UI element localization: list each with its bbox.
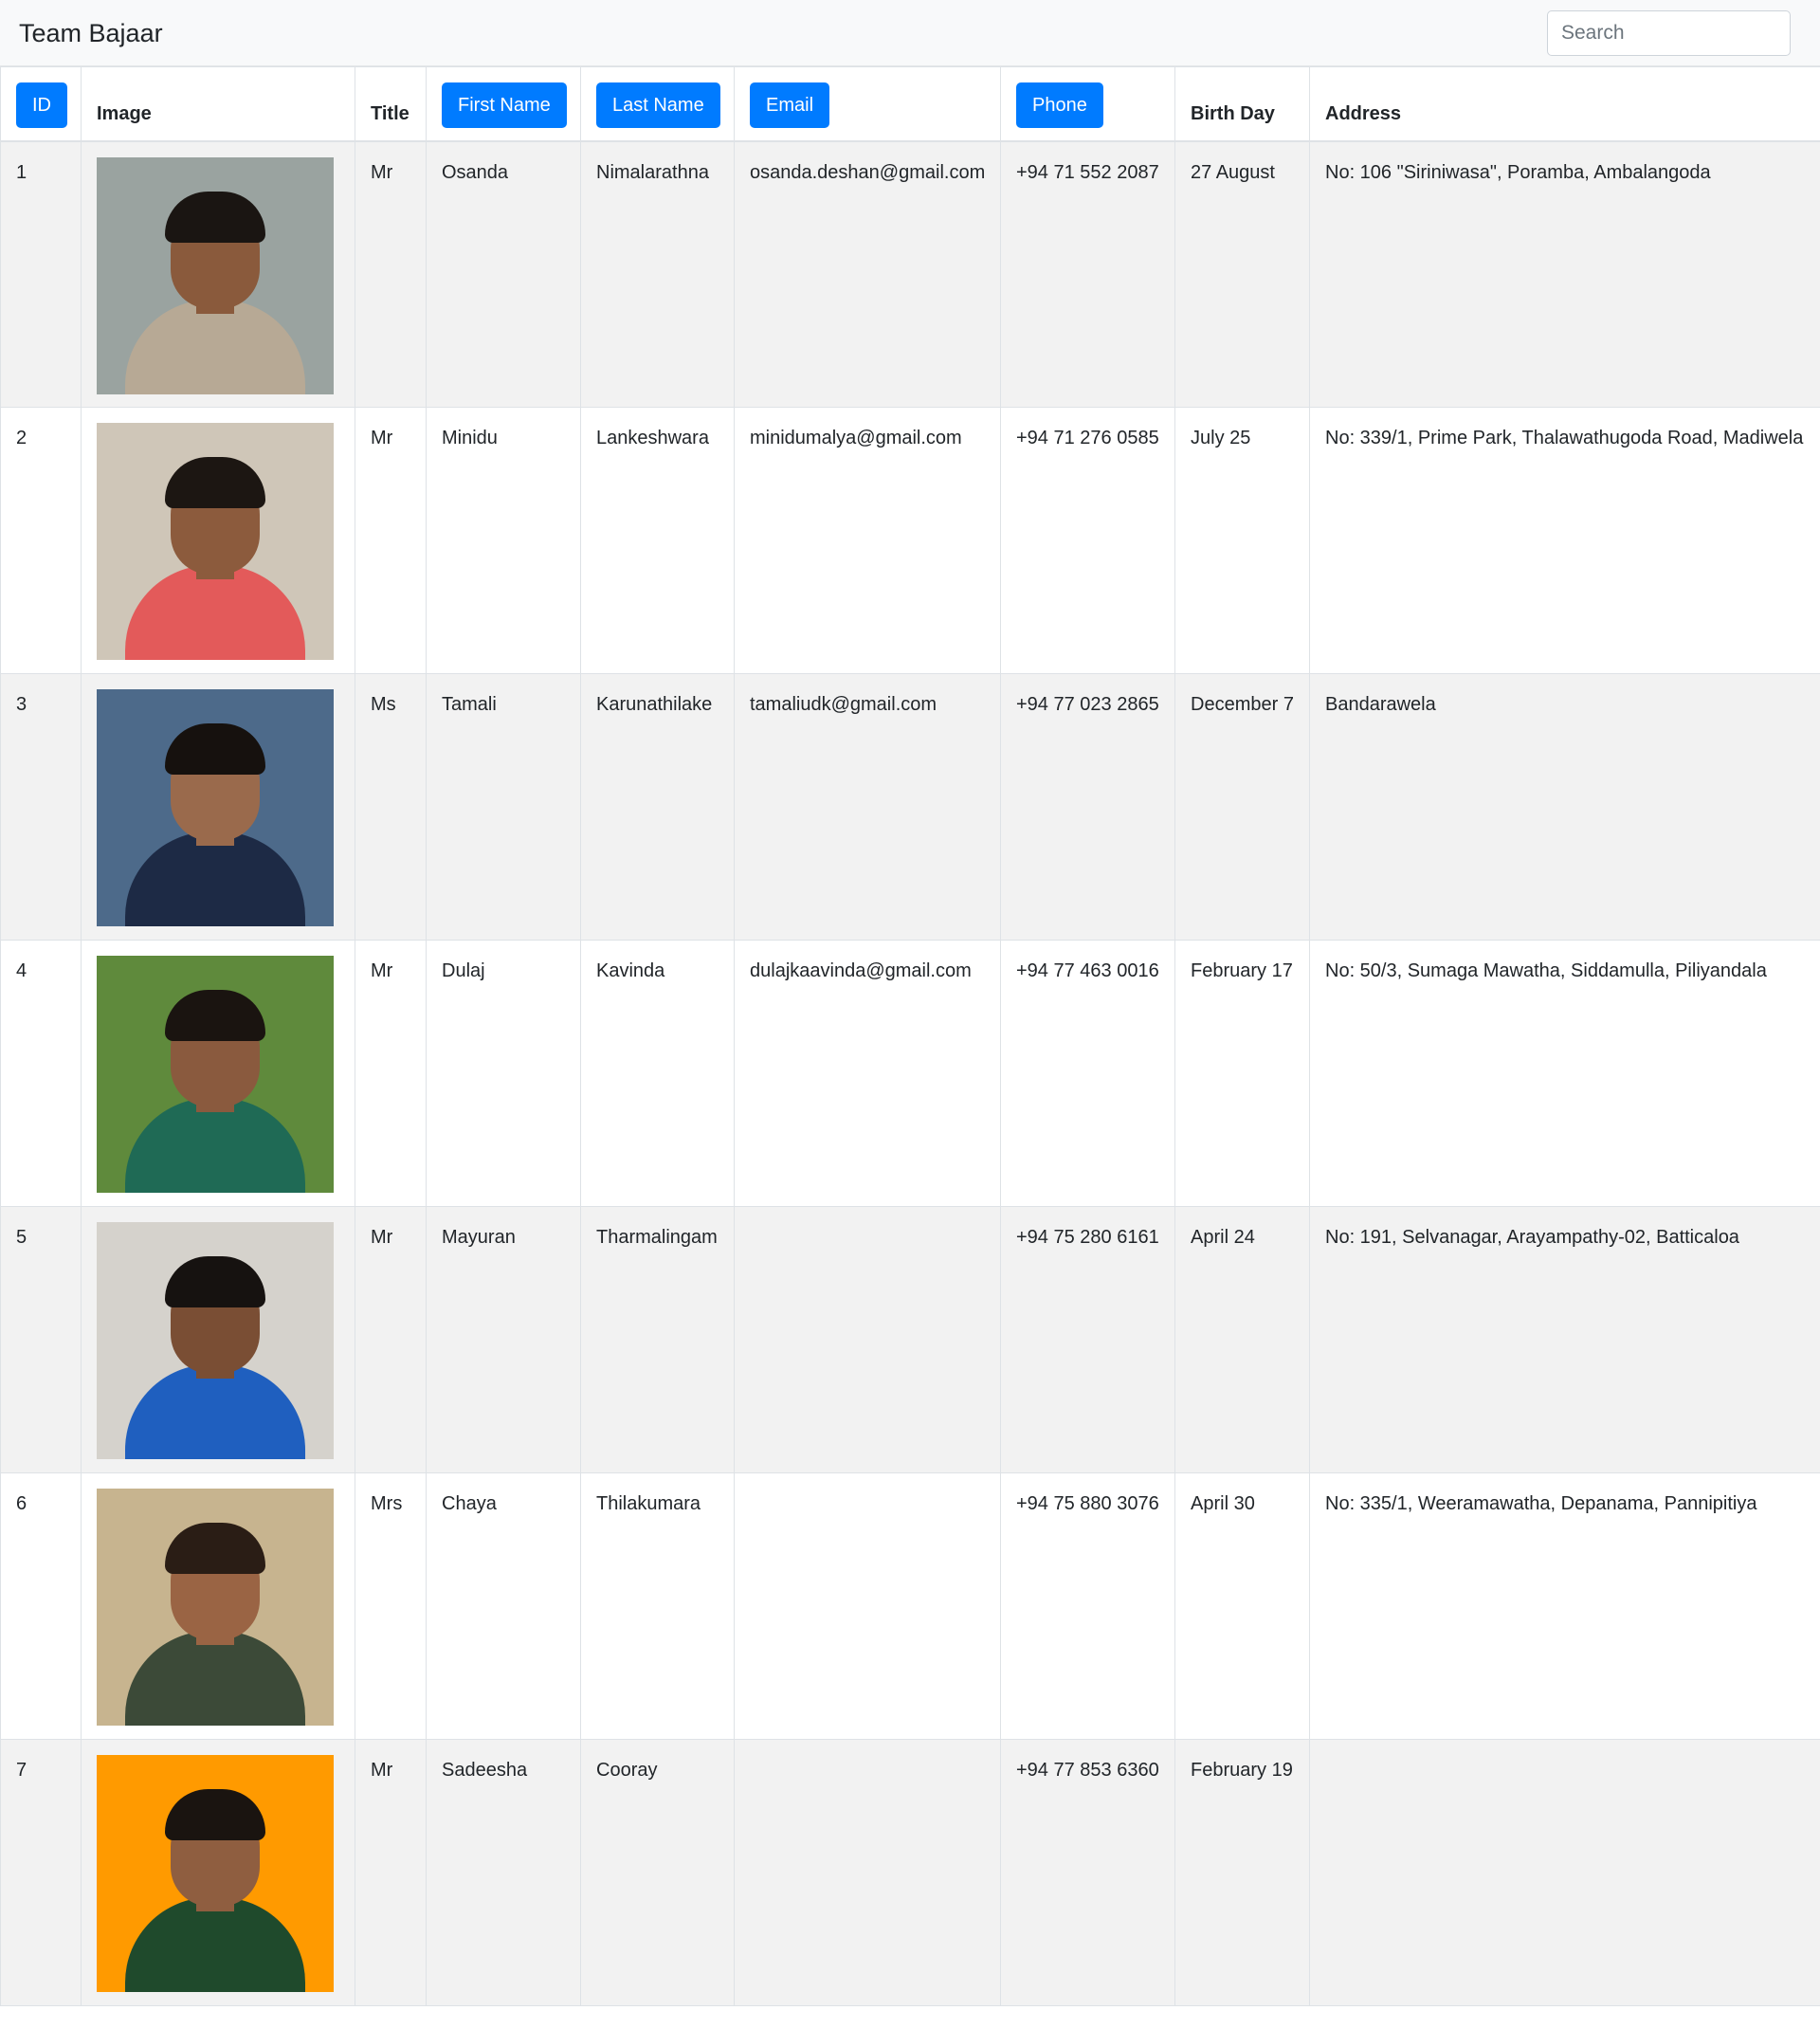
cell-address: No: 191, Selvanagar, Arayampathy-02, Bat… <box>1309 1206 1820 1473</box>
profile-photo <box>97 1755 334 1992</box>
header-email: Email <box>734 66 1001 142</box>
cell-id: 3 <box>0 673 82 941</box>
cell-email: tamaliudk@gmail.com <box>734 673 1001 941</box>
cell-id: 1 <box>0 140 82 408</box>
header-image: Image <box>81 66 355 142</box>
profile-photo <box>97 423 334 660</box>
cell-phone: +94 77 463 0016 <box>1000 940 1175 1207</box>
cell-title: Mr <box>355 407 427 674</box>
cell-birth-day: 27 August <box>1174 140 1310 408</box>
table-row: 5 Mr Mayuran Tharmalingam +94 75 280 6161 Apr… <box>0 1206 1820 1473</box>
cell-image <box>81 1472 355 1740</box>
profile-photo <box>97 689 334 926</box>
cell-first-name: Osanda <box>426 140 581 408</box>
cell-first-name: Minidu <box>426 407 581 674</box>
cell-phone: +94 71 552 2087 <box>1000 140 1175 408</box>
cell-first-name: Chaya <box>426 1472 581 1740</box>
header-title: Title <box>355 66 427 142</box>
cell-address: No: 335/1, Weeramawatha, Depanama, Panni… <box>1309 1472 1820 1740</box>
cell-title: Mrs <box>355 1472 427 1740</box>
profile-photo <box>97 156 334 394</box>
cell-last-name: Thilakumara <box>580 1472 735 1740</box>
cell-address: No: 106 "Siriniwasa", Poramba, Ambalango… <box>1309 140 1820 408</box>
cell-id: 4 <box>0 940 82 1207</box>
cell-id: 5 <box>0 1206 82 1473</box>
sort-id-button[interactable]: ID <box>16 82 67 128</box>
cell-first-name: Sadeesha <box>426 1739 581 2006</box>
cell-email <box>734 1206 1001 1473</box>
cell-image <box>81 673 355 941</box>
table-row: 6 Mrs Chaya Thilakumara +94 75 880 3076 April… <box>0 1472 1820 1740</box>
cell-address: No: 50/3, Sumaga Mawatha, Siddamulla, Pi… <box>1309 940 1820 1207</box>
cell-email <box>734 1739 1001 2006</box>
cell-title: Mr <box>355 1739 427 2006</box>
cell-address <box>1309 1739 1820 2006</box>
cell-email <box>734 1472 1001 1740</box>
table-row: 7 Mr Sadeesha Cooray +94 77 853 6360 February… <box>0 1739 1820 2006</box>
header-birth-day: Birth Day <box>1174 66 1310 142</box>
table-header-row: ID Image Title First Name Last Name Emai… <box>0 66 1820 142</box>
cell-phone: +94 71 276 0585 <box>1000 407 1175 674</box>
cell-title: Mr <box>355 940 427 1207</box>
header-phone: Phone <box>1000 66 1175 142</box>
table-row: 2 Mr Minidu Lankeshwara minidumalya@gmail.co… <box>0 407 1820 674</box>
cell-id: 7 <box>0 1739 82 2006</box>
cell-first-name: Mayuran <box>426 1206 581 1473</box>
cell-phone: +94 75 280 6161 <box>1000 1206 1175 1473</box>
cell-email: dulajkaavinda@gmail.com <box>734 940 1001 1207</box>
cell-phone: +94 77 023 2865 <box>1000 673 1175 941</box>
cell-first-name: Tamali <box>426 673 581 941</box>
cell-birth-day: April 24 <box>1174 1206 1310 1473</box>
cell-id: 2 <box>0 407 82 674</box>
search-input[interactable] <box>1547 10 1791 56</box>
table-row: 1 Mr Osanda Nimalarathna osanda.deshan@gmail… <box>0 140 1820 408</box>
cell-last-name: Karunathilake <box>580 673 735 941</box>
cell-title: Mr <box>355 140 427 408</box>
profile-photo <box>97 1222 334 1459</box>
profile-photo <box>97 1489 334 1726</box>
cell-title: Ms <box>355 673 427 941</box>
cell-address: No: 339/1, Prime Park, Thalawathugoda Ro… <box>1309 407 1820 674</box>
cell-last-name: Kavinda <box>580 940 735 1207</box>
cell-id: 6 <box>0 1472 82 1740</box>
cell-image <box>81 407 355 674</box>
cell-address: Bandarawela <box>1309 673 1820 941</box>
cell-birth-day: December 7 <box>1174 673 1310 941</box>
cell-birth-day: July 25 <box>1174 407 1310 674</box>
profile-photo <box>97 956 334 1193</box>
sort-first-name-button[interactable]: First Name <box>442 82 567 128</box>
table-row: 3 Ms Tamali Karunathilake tamaliudk@gmail.co… <box>0 673 1820 941</box>
cell-last-name: Nimalarathna <box>580 140 735 408</box>
team-table: ID Image Title First Name Last Name Emai… <box>0 66 1820 2006</box>
cell-phone: +94 77 853 6360 <box>1000 1739 1175 2006</box>
cell-birth-day: February 17 <box>1174 940 1310 1207</box>
cell-last-name: Cooray <box>580 1739 735 2006</box>
sort-phone-button[interactable]: Phone <box>1016 82 1103 128</box>
sort-email-button[interactable]: Email <box>750 82 830 128</box>
cell-title: Mr <box>355 1206 427 1473</box>
cell-email: minidumalya@gmail.com <box>734 407 1001 674</box>
header-address: Address <box>1309 66 1820 142</box>
sort-last-name-button[interactable]: Last Name <box>596 82 720 128</box>
cell-first-name: Dulaj <box>426 940 581 1207</box>
table-row: 4 Mr Dulaj Kavinda dulajkaavinda@gmail.com +9… <box>0 940 1820 1207</box>
brand-title[interactable]: Team Bajaar <box>19 17 163 49</box>
navbar: Team Bajaar <box>0 0 1820 66</box>
cell-image <box>81 1739 355 2006</box>
table-body: 1 Mr Osanda Nimalarathna osanda.deshan@gmail… <box>0 140 1820 2006</box>
header-id: ID <box>0 66 82 142</box>
cell-image <box>81 1206 355 1473</box>
cell-phone: +94 75 880 3076 <box>1000 1472 1175 1740</box>
header-last-name: Last Name <box>580 66 735 142</box>
cell-last-name: Lankeshwara <box>580 407 735 674</box>
cell-email: osanda.deshan@gmail.com <box>734 140 1001 408</box>
cell-birth-day: April 30 <box>1174 1472 1310 1740</box>
cell-image <box>81 140 355 408</box>
cell-birth-day: February 19 <box>1174 1739 1310 2006</box>
cell-last-name: Tharmalingam <box>580 1206 735 1473</box>
cell-image <box>81 940 355 1207</box>
header-first-name: First Name <box>426 66 581 142</box>
